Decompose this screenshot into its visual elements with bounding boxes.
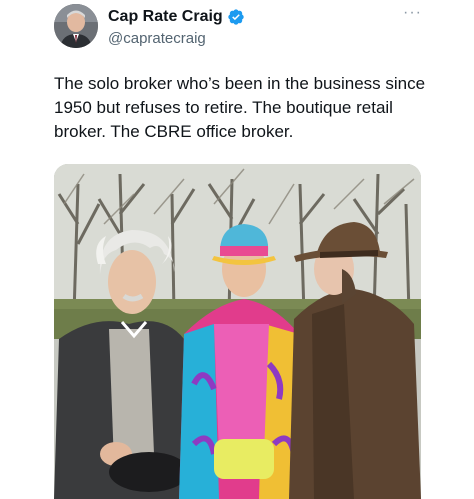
avatar-photo: [54, 4, 98, 48]
photo-three-men-in-woods-icon: [54, 164, 421, 499]
author-handle[interactable]: @capratecraig: [108, 30, 206, 47]
verified-badge-icon: [228, 9, 244, 25]
tweet-photo[interactable]: [54, 164, 421, 499]
tweet-text: The solo broker who’s been in the busine…: [54, 74, 426, 141]
author-avatar[interactable]: [54, 4, 98, 48]
more-dots-icon[interactable]: ···: [403, 4, 422, 22]
author-name-row: Cap Rate Craig: [108, 8, 245, 26]
author-display-name[interactable]: Cap Rate Craig: [108, 8, 223, 26]
